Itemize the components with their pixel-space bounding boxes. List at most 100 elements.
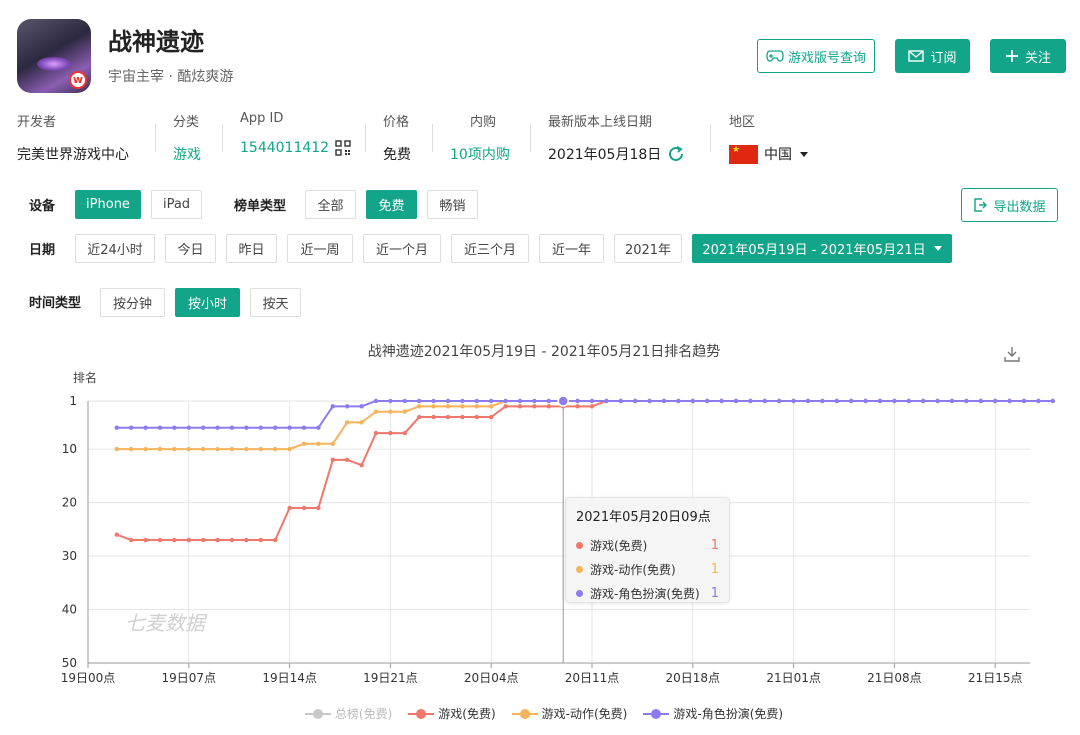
date-2021-button[interactable]: 2021年: [614, 234, 682, 263]
divider: [530, 124, 531, 152]
date-year-button[interactable]: 近一年: [539, 234, 604, 263]
date-month-button[interactable]: 近一个月: [363, 234, 441, 263]
date-24h-button[interactable]: 近24小时: [75, 234, 155, 263]
data-point: [661, 398, 667, 404]
developer-label: 开发者: [17, 115, 57, 130]
device-ipad-button[interactable]: iPad: [151, 190, 202, 219]
time-minute-button[interactable]: 按分钟: [100, 288, 165, 317]
data-point: [129, 425, 134, 430]
data-point: [373, 398, 379, 404]
x-tick-label: 21日01点: [766, 671, 821, 685]
tooltip-series-value: 1: [710, 537, 719, 553]
data-point: [805, 398, 811, 404]
data-point: [172, 446, 177, 452]
data-point: [417, 398, 422, 404]
iap-link[interactable]: 10项内购: [450, 144, 510, 164]
data-point: [489, 404, 494, 409]
highlight-point: [557, 395, 569, 407]
export-data-button[interactable]: 导出数据: [961, 188, 1058, 222]
data-point: [503, 404, 508, 409]
time-day-button[interactable]: 按天: [250, 288, 301, 317]
category-link[interactable]: 游戏: [173, 144, 201, 164]
app-id-label: App ID: [240, 111, 284, 126]
legend-marker-icon: [304, 708, 331, 720]
data-point: [445, 398, 451, 404]
divider: [155, 124, 156, 152]
data-point: [460, 414, 465, 420]
data-point: [532, 398, 537, 404]
data-point: [114, 532, 120, 537]
date-3month-button[interactable]: 近三个月: [451, 234, 529, 263]
list-type-free-button[interactable]: 免费: [366, 190, 417, 219]
data-point: [719, 398, 724, 404]
date-week-button[interactable]: 近一周: [287, 234, 353, 263]
data-point: [964, 398, 969, 404]
data-point: [546, 398, 551, 404]
data-point: [330, 457, 335, 463]
data-point: [633, 398, 638, 404]
meta-app-id: App ID 1544011412: [240, 111, 351, 156]
date-yesterday-button[interactable]: 昨日: [226, 234, 277, 263]
legend-item-overall[interactable]: 总榜(免费): [304, 705, 392, 722]
legend-item-action-free[interactable]: 游戏-动作(免费): [511, 705, 627, 722]
data-point: [186, 537, 191, 543]
y-tick-label: 30: [62, 549, 77, 563]
meta-category: 分类 游戏: [173, 111, 201, 164]
time-hour-button[interactable]: 按小时: [175, 288, 240, 317]
data-point: [215, 446, 220, 452]
data-point: [546, 404, 551, 409]
date-today-button[interactable]: 今日: [165, 234, 216, 263]
refresh-icon[interactable]: [667, 145, 685, 163]
device-label: 设备: [29, 199, 56, 214]
version-lookup-button[interactable]: 游戏版号查询: [757, 39, 875, 73]
data-point: [129, 537, 134, 543]
data-point: [143, 425, 148, 430]
follow-button[interactable]: 关注: [990, 39, 1066, 73]
china-flag-icon: ★: [729, 144, 758, 164]
legend-item-game-free[interactable]: 游戏(免费): [408, 705, 496, 722]
subscribe-button[interactable]: 订阅: [895, 39, 970, 73]
app-icon-art: [37, 57, 71, 71]
tooltip-row: 游戏-动作(免费) 1: [576, 557, 719, 581]
mail-icon: [908, 50, 925, 62]
data-point: [201, 425, 206, 430]
region-select[interactable]: ★ 中国: [729, 144, 808, 164]
data-point: [172, 425, 177, 430]
data-point: [157, 446, 163, 452]
data-point: [762, 398, 767, 404]
tooltip-series-name: 游戏(免费): [590, 538, 648, 553]
app-badge-icon: w: [69, 71, 87, 89]
export-label: 导出数据: [993, 199, 1046, 215]
data-point: [705, 398, 710, 404]
latest-release-row: 2021年05月18日: [548, 144, 685, 164]
data-point: [258, 537, 263, 543]
meta-latest-release: 最新版本上线日期 2021年05月18日: [548, 111, 685, 164]
data-point: [244, 425, 249, 430]
legend-item-rpg-free[interactable]: 游戏-角色扮演(免费): [643, 705, 783, 722]
app-id-value[interactable]: 1544011412: [240, 140, 329, 156]
chart-title: 战神遗迹2021年05月19日 - 2021年05月21日排名趋势: [367, 344, 721, 360]
device-iphone-button[interactable]: iPhone: [75, 190, 141, 219]
date-range-picker[interactable]: 2021年05月19日 - 2021年05月21日: [692, 234, 952, 263]
tooltip-row: 游戏(免费) 1: [576, 533, 719, 557]
app-icon: w: [17, 19, 91, 93]
list-type-all-button[interactable]: 全部: [305, 190, 356, 219]
rank-trend-chart: 排名 1 10 20 30 40 5019日00点 19日07点 19日14点 19日21点 20日…: [61, 370, 1056, 685]
time-type-label: 时间类型: [29, 296, 82, 311]
y-axis-label: 排名: [73, 370, 97, 385]
data-point: [388, 409, 393, 414]
region-value: 中国: [764, 147, 792, 163]
data-point: [301, 425, 307, 430]
qr-code-icon[interactable]: [335, 140, 351, 156]
price-label: 价格: [383, 115, 410, 130]
x-tick-label: 19日21点: [363, 671, 418, 685]
y-tick-label: 20: [62, 496, 77, 510]
list-type-grossing-button[interactable]: 畅销: [427, 190, 478, 219]
data-point: [316, 425, 321, 430]
data-point: [287, 446, 292, 452]
data-point: [301, 505, 307, 511]
data-point: [287, 505, 292, 511]
x-tick-label: 20日04点: [464, 671, 519, 685]
data-point: [834, 398, 839, 404]
latest-release-value: 2021年05月18日: [548, 147, 662, 163]
